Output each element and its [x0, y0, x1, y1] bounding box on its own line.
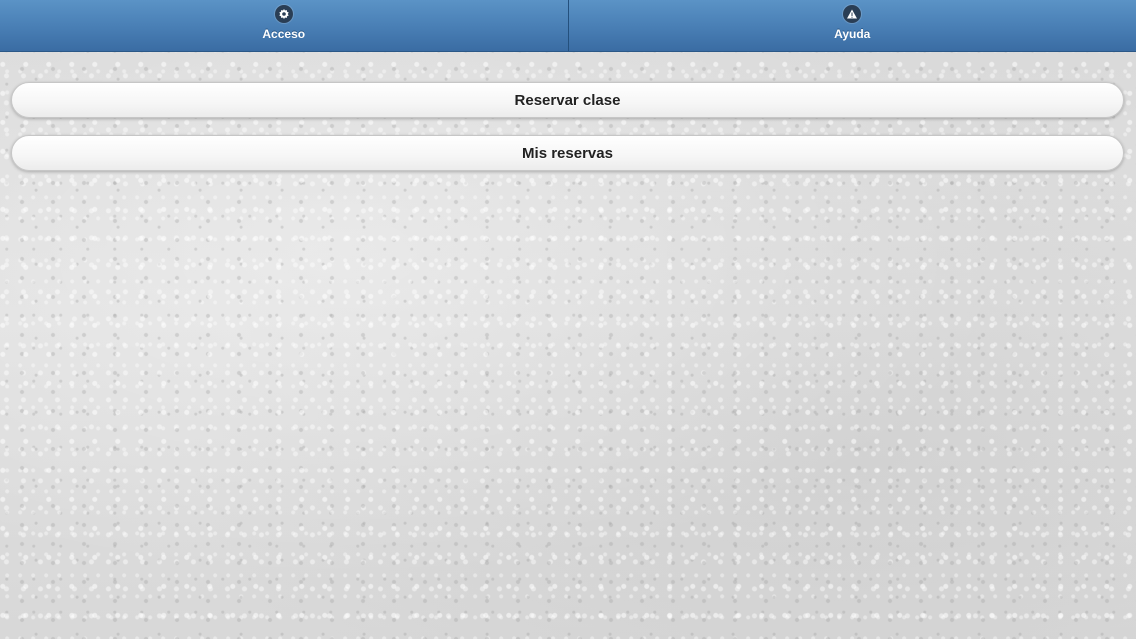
- nav-label-acceso: Acceso: [262, 27, 306, 41]
- gear-icon: [274, 5, 293, 23]
- main-menu: Reservar clase Mis reservas: [11, 82, 1124, 188]
- top-navbar: Acceso Ayuda: [0, 0, 1136, 52]
- nav-item-ayuda[interactable]: Ayuda: [567, 0, 1136, 51]
- nav-label-ayuda: Ayuda: [834, 27, 871, 41]
- reservar-clase-button[interactable]: Reservar clase: [11, 82, 1124, 118]
- mis-reservas-button[interactable]: Mis reservas: [11, 135, 1124, 171]
- alert-icon: [843, 5, 862, 23]
- nav-item-acceso[interactable]: Acceso: [0, 0, 568, 51]
